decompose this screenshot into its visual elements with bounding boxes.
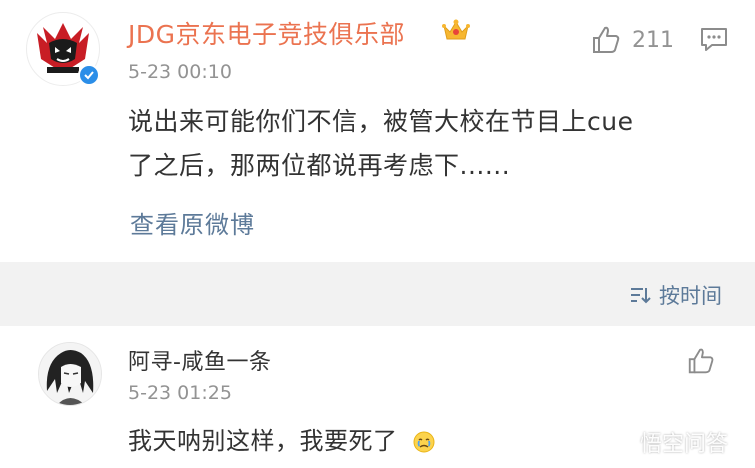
comment-text: 我天呐别这样，我要死了: [128, 421, 436, 456]
comments-header-bar: 按时间: [0, 262, 755, 326]
sort-by-time-button[interactable]: 按时间: [629, 280, 722, 310]
comment-timestamp: 5-23 01:25: [128, 382, 232, 404]
thumbs-up-icon: [593, 26, 620, 53]
crown-icon: [442, 19, 470, 40]
post-content: 说出来可能你们不信，被管大校在节目上cue 了之后，那两位都说再考虑下.....…: [128, 100, 738, 188]
post-timestamp: 5-23 00:10: [128, 61, 232, 83]
anime-avatar-icon: [39, 343, 101, 405]
weibo-post: JDG京东电子竞技俱乐部 5-23 00:10 211 说出来可能你们不信，被管…: [0, 0, 755, 262]
commenter-avatar[interactable]: [38, 342, 102, 406]
commenter-name[interactable]: 阿寻-咸鱼一条: [128, 344, 271, 376]
verified-icon: [78, 64, 100, 86]
post-author-name[interactable]: JDG京东电子竞技俱乐部: [128, 15, 405, 51]
post-content-line: 了之后，那两位都说再考虑下......: [128, 151, 511, 180]
sort-icon: [631, 288, 651, 304]
crying-emoji: [413, 431, 435, 453]
wukong-logo-icon: [610, 432, 632, 452]
comment-text-content: 我天呐别这样，我要死了: [128, 427, 398, 455]
post-like-count: 211: [632, 27, 674, 53]
sort-label: 按时间: [659, 284, 722, 308]
post-content-line: 说出来可能你们不信，被管大校在节目上cue: [128, 107, 634, 136]
view-original-link[interactable]: 查看原微博: [130, 205, 255, 240]
wukong-watermark: 悟空问答: [608, 426, 728, 458]
watermark-text: 悟空问答: [640, 432, 729, 457]
post-like-button[interactable]: 211: [590, 24, 674, 56]
comment-icon[interactable]: [700, 27, 728, 53]
comment-like-icon[interactable]: [686, 346, 716, 376]
